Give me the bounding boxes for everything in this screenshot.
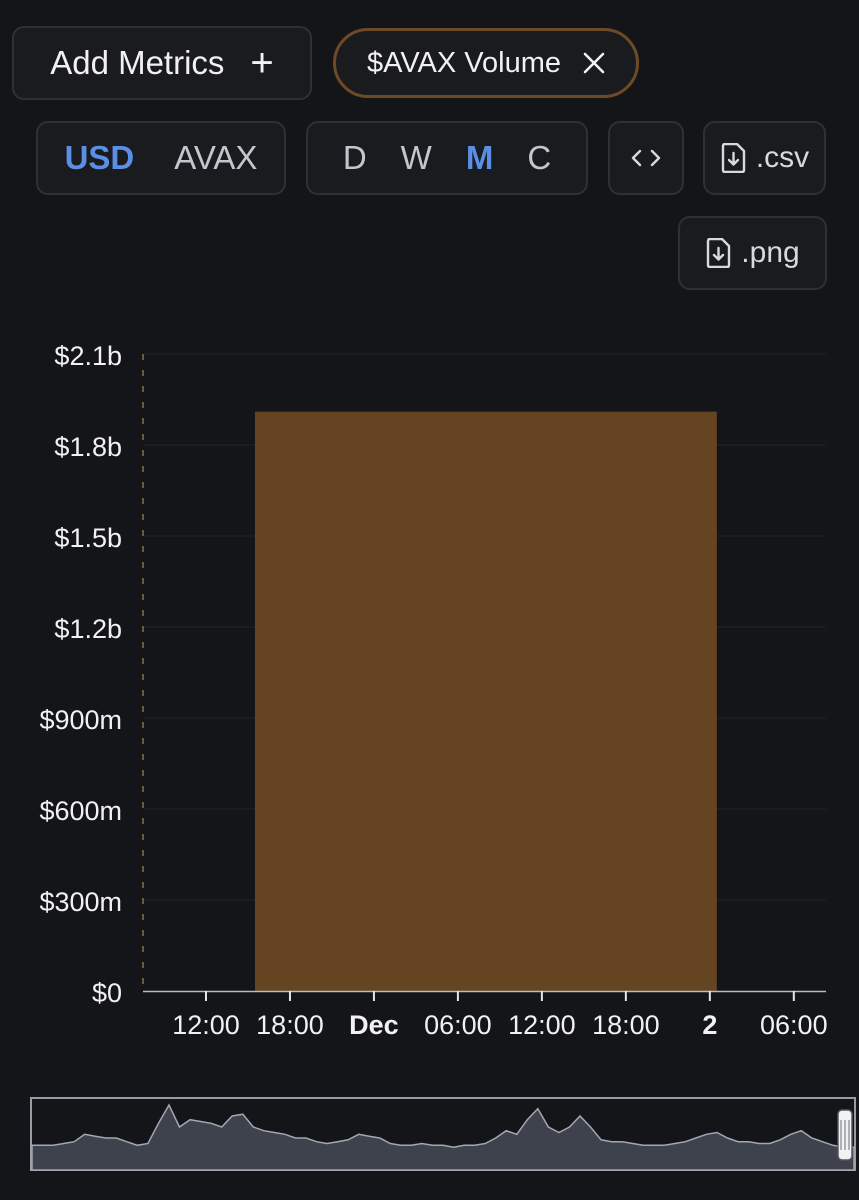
y-tick-label: $1.2b [54,614,122,644]
x-tick-label: 06:00 [424,1010,492,1040]
currency-option-usd[interactable]: USD [65,139,135,177]
period-option-d[interactable]: D [343,139,367,177]
x-tick-label: 06:00 [760,1010,828,1040]
currency-option-avax[interactable]: AVAX [174,139,257,177]
currency-toggle: USD AVAX [36,121,286,195]
x-tick-label: 12:00 [508,1010,576,1040]
x-tick-label: 18:00 [256,1010,324,1040]
y-tick-label: $900m [39,705,122,735]
period-toggle: D W M C [306,121,588,195]
volume-bar [254,411,717,992]
y-tick-label: $300m [39,887,122,917]
volume-chart: $0 $300m $600m $900m $1.2b $1.5b $1.8b $2.1b 12:… [39,341,828,1040]
close-icon[interactable] [583,52,605,74]
download-csv-label: .csv [755,141,810,174]
download-png-label: .png [741,236,800,269]
period-option-c[interactable]: C [527,139,551,177]
add-metrics-button[interactable]: Add Metrics + [12,26,312,100]
metric-chip-label: $AVAX Volume [367,46,561,79]
y-tick-label: $600m [39,796,122,826]
add-metrics-label: Add Metrics [50,44,225,81]
y-tick-label: $1.5b [54,523,122,553]
code-icon [631,149,661,167]
y-tick-label: $1.8b [54,432,122,462]
period-option-m[interactable]: M [466,139,494,177]
x-tick-label: 18:00 [592,1010,660,1040]
file-download-icon [707,238,731,268]
y-tick-label: $0 [92,978,122,1008]
navigator-series [31,1103,855,1171]
download-csv-button[interactable]: .csv [703,121,826,195]
download-png-button[interactable]: .png [678,216,827,290]
range-navigator[interactable] [30,1096,856,1172]
x-tick-label: Dec [349,1010,399,1040]
x-tick-label: 2 [702,1010,717,1040]
x-tick-label: 12:00 [172,1010,240,1040]
plus-icon: + [250,41,274,85]
file-download-icon [721,143,746,173]
period-option-w[interactable]: W [401,139,432,177]
embed-button[interactable] [608,121,684,195]
y-tick-label: $2.1b [54,341,122,371]
metric-chip[interactable]: $AVAX Volume [333,28,639,98]
